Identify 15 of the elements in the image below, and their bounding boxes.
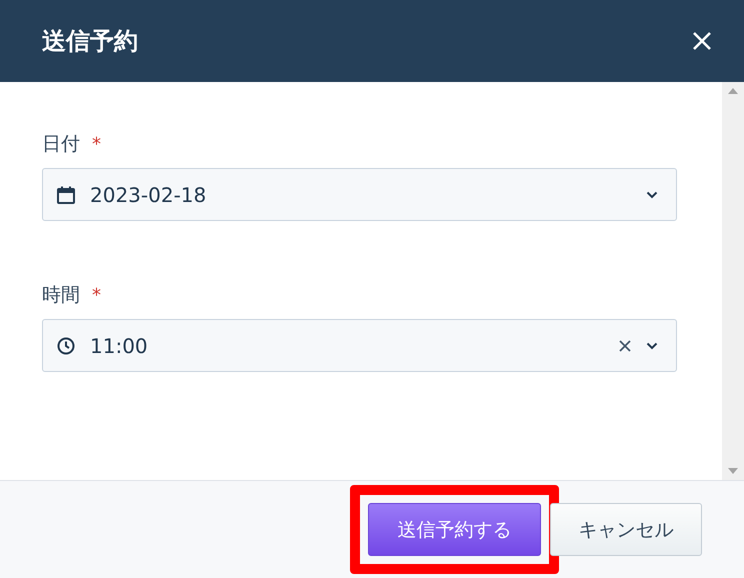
cancel-button[interactable]: キャンセル (550, 503, 702, 556)
dialog-title: 送信予約 (42, 26, 138, 57)
chevron-down-icon[interactable] (646, 342, 658, 350)
required-mark: * (92, 284, 101, 306)
close-icon[interactable] (692, 31, 712, 51)
date-picker[interactable]: 2023-02-18 (42, 168, 677, 221)
clock-icon (56, 336, 76, 356)
required-mark: * (92, 134, 101, 154)
schedule-send-button[interactable]: 送信予約する (368, 503, 541, 556)
field-label: 日付 (42, 132, 80, 157)
clear-icon[interactable] (618, 338, 632, 352)
chevron-down-icon[interactable] (646, 190, 658, 198)
calendar-icon (56, 184, 76, 204)
field-label: 時間 (42, 283, 80, 308)
time-picker[interactable]: 11:00 (42, 319, 677, 372)
